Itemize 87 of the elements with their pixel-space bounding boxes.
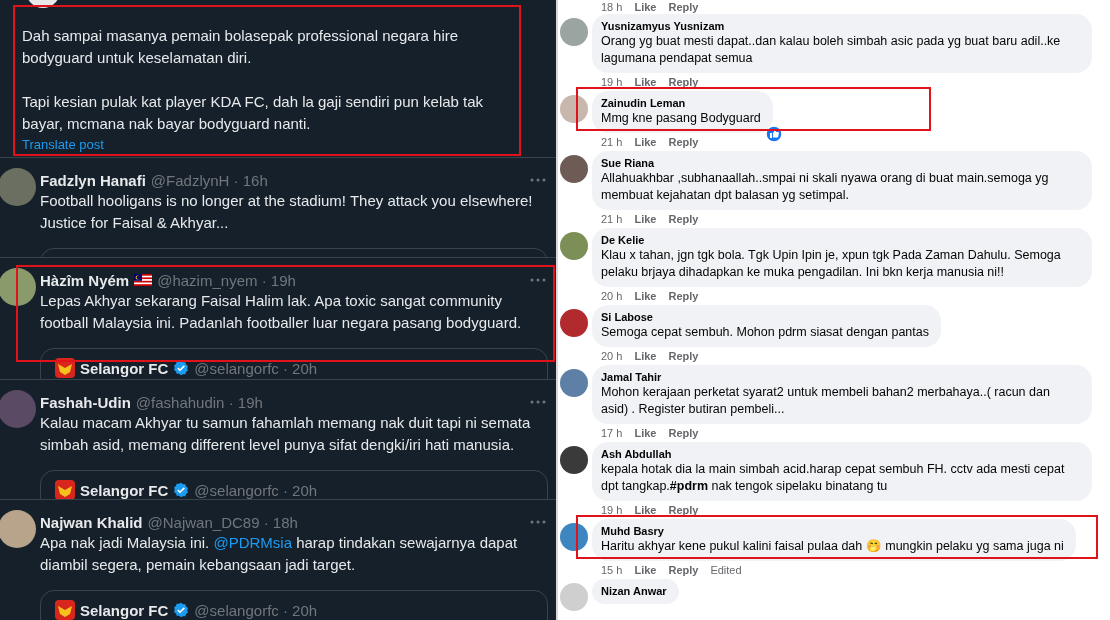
user-name[interactable]: Selangor FC [80,601,169,619]
comment-time: 21 h [601,136,623,148]
comment-text: Klau x tahan, jgn tgk bola. Tgk Upin Ipin je, xpun tgk Pada Zaman Dahulu. Semoga pelaku brjaya dihadapkan ke muka pengadilan. Ini bkn kerja manusia ni!! [601,247,1062,281]
user-name[interactable]: Hàzîm Nyém [40,271,130,289]
commenter-name[interactable]: Nizan Anwar [601,584,667,598]
avatar [560,309,588,337]
reply-link[interactable]: Reply [668,427,699,439]
comment-text: kepala hotak dia la main simbah acid.harap cepat sembuh FH. cctv ada mesti cepat dpt tangkap.#pdrm nak tengok sipelaku binatang tu [601,461,1066,495]
comment-text: Mmg kne pasang Bodyguard [601,110,761,127]
avatar [560,18,588,46]
commenter-name[interactable]: Si Labose [601,310,929,324]
post-text: Lepas Akhyar sekarang Faisal Halim lak. Apa toxic sangat community football Malaysia ini. Padanlah footballer luar negara pasang bodyguard. [40,291,523,333]
comment-time: 20 h [601,290,623,302]
shield-logo-icon [55,600,75,620]
like-link[interactable]: Like [634,350,657,362]
avatar [0,390,36,428]
reply-link[interactable]: Reply [668,213,699,225]
comment-time: 21 h [601,213,623,225]
handle-time: @Najwan_DC89 · 18h [147,513,298,531]
translate-link[interactable]: Translate post [22,137,104,153]
commenter-name[interactable]: Sue Riana [601,156,1080,170]
handle-time: @selangorfc · 20h [194,481,318,499]
reply-link[interactable]: Reply [668,504,699,516]
comment-time: 20 h [601,350,623,362]
like-link[interactable]: Like [634,1,657,13]
user-name[interactable]: Fadzlyn Hanafi [40,171,146,189]
avatar [0,510,36,548]
user-name[interactable]: Fashah-Udin [40,393,131,411]
mention-link[interactable]: @PDRMsia [213,534,292,551]
post-text: Dah sampai masanya pemain bolasepak professional negara hire bodyguard untuk keselamatan diri. [22,26,460,68]
like-link[interactable]: Like [634,427,657,439]
like-link[interactable]: Like [634,290,657,302]
avatar [560,369,588,397]
like-link[interactable]: Like [634,76,657,88]
handle-time: @FadzlynH · 16h [150,171,268,189]
like-link[interactable]: Like [634,136,657,148]
handle-time: @fashahudin · 19h [135,393,263,411]
avatar [560,155,588,183]
shield-logo-icon [55,358,75,378]
post-text: Apa nak jadi Malaysia ini. @PDRMsia harap tindakan sewajarnya dapat diambil segera, pemain kebangsaan jadi target. [40,533,519,575]
more-icon [530,400,546,404]
commenter-name[interactable]: Yusnizamyus Yusnizam [601,19,1080,33]
comment-text: Allahuakhbar ,subhanaallah..smpai ni skali nyawa orang di buat main.semoga yg membuat kejahatan dpt balasan yg setimpal. [601,170,1050,204]
user-name[interactable]: Najwan Khalid [40,513,143,531]
more-icon [530,278,546,282]
comment-time: 18 h [601,1,623,13]
comment-text: Mohon kerajaan perketat syarat2 untuk membeli bahan2 merbahaya..( racun dan asid) . Register butiran pembeli... [601,384,1051,418]
reply-link[interactable]: Reply [668,136,699,148]
avatar [560,446,588,474]
post-text: Football hooligans is no longer at the stadium! They attack you elsewhere! Justice for Faisal & Akhyar... [40,191,534,233]
commenter-name[interactable]: Zainudin Leman [601,96,761,110]
user-name[interactable]: Selangor FC [80,359,169,377]
like-link[interactable]: Like [634,564,657,576]
more-icon [530,520,546,524]
user-name[interactable]: Selangor FC [80,481,169,499]
reply-link[interactable]: Reply [668,1,699,13]
comment-time: 17 h [601,427,623,439]
handle-time: @selangorfc · 20h [194,601,318,619]
like-link[interactable]: Like [634,504,657,516]
comment-time: 19 h [601,76,623,88]
avatar [560,95,588,123]
commenter-name[interactable]: Muhd Basry [601,524,1064,538]
comment-time: 15 h [601,564,623,576]
comment-text: Semoga cepat sembuh. Mohon pdrm siasat dengan pantas [601,324,929,341]
commenter-name[interactable]: Ash Abdullah [601,447,1080,461]
handle-time: @selangorfc · 20h [194,359,318,377]
comment-text: Haritu akhyar kene pukul kalini faisal pulaa dah 🤭 mungkin pelaku yg sama juga ni [601,538,1064,555]
post-text: Kalau macam Akhyar tu samun fahamlah memang nak duit tapi ni semata simbah asid, memang different level punya sifat dengki/iri hati manusia. [40,413,532,455]
reply-link[interactable]: Reply [668,290,699,302]
handle-time: @hazim_nyem · 19h [157,271,296,289]
avatar [560,583,588,611]
comment-text: Orang yg buat mesti dapat..dan kalau boleh simbah asic pada yg buat baru adil..ke lagumana pendapat semua [601,33,1062,67]
avatar [560,232,588,260]
commenter-name[interactable]: Jamal Tahir [601,370,1080,384]
commenter-name[interactable]: De Kelie [601,233,1080,247]
reply-link[interactable]: Reply [668,76,699,88]
shield-logo-icon [55,480,75,499]
avatar [0,268,36,306]
post-text: Tapi kesian pulak kat player KDA FC, dah la gaji sendiri pun kelab tak bayar, mcmana nak bayar bodyguard nanti. [22,92,485,134]
edited-label: Edited [710,564,742,576]
reply-link[interactable]: Reply [668,350,699,362]
avatar [0,168,36,206]
avatar [560,523,588,551]
comment-time: 19 h [601,504,623,516]
more-icon [530,178,546,182]
reply-link[interactable]: Reply [668,564,699,576]
like-link[interactable]: Like [634,213,657,225]
